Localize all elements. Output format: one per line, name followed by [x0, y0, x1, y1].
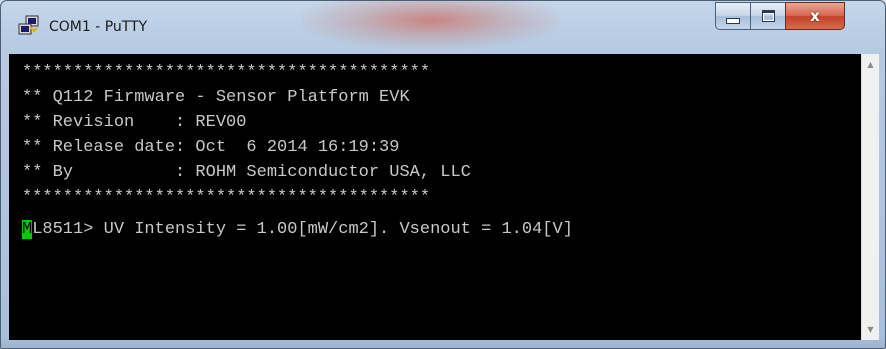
maximize-button[interactable]: [750, 2, 786, 30]
terminal-line: ** Q112 Firmware - Sensor Platform EVK: [22, 88, 410, 107]
window-title: COM1 - PuTTY: [49, 19, 148, 35]
terminal-cursor: M: [22, 220, 33, 239]
terminal-line: ****************************************: [22, 63, 431, 82]
close-button[interactable]: x: [785, 2, 845, 30]
terminal-line: ** By : ROHM Semiconductor USA, LLC: [22, 163, 471, 182]
putty-icon: [18, 15, 39, 35]
terminal-line: ** Release date: Oct 6 2014 16:19:39: [22, 138, 400, 157]
terminal-prompt-line: ML8511> UV Intensity = 1.00[mW/cm2]. Vse…: [22, 219, 573, 241]
terminal-line: ** Revision : REV00: [22, 113, 247, 132]
terminal-area[interactable]: ****************************************…: [9, 54, 861, 340]
terminal-line: ****************************************: [22, 188, 431, 207]
terminal-prompt-text: L8511> UV Intensity = 1.00[mW/cm2]. Vsen…: [32, 220, 573, 239]
window-bottom-frame: [1, 340, 885, 348]
scroll-up-arrow-icon[interactable]: ▲: [862, 56, 879, 73]
minimize-icon: [726, 18, 740, 24]
maximize-icon: [761, 10, 775, 22]
putty-window: COM1 - PuTTY x *************************…: [0, 0, 886, 349]
minimize-button[interactable]: [715, 2, 751, 30]
scroll-down-arrow-icon[interactable]: ▼: [862, 321, 879, 338]
vertical-scrollbar[interactable]: ▲ ▼: [861, 54, 879, 340]
titlebar[interactable]: COM1 - PuTTY x: [1, 1, 885, 47]
close-icon: x: [810, 7, 820, 25]
